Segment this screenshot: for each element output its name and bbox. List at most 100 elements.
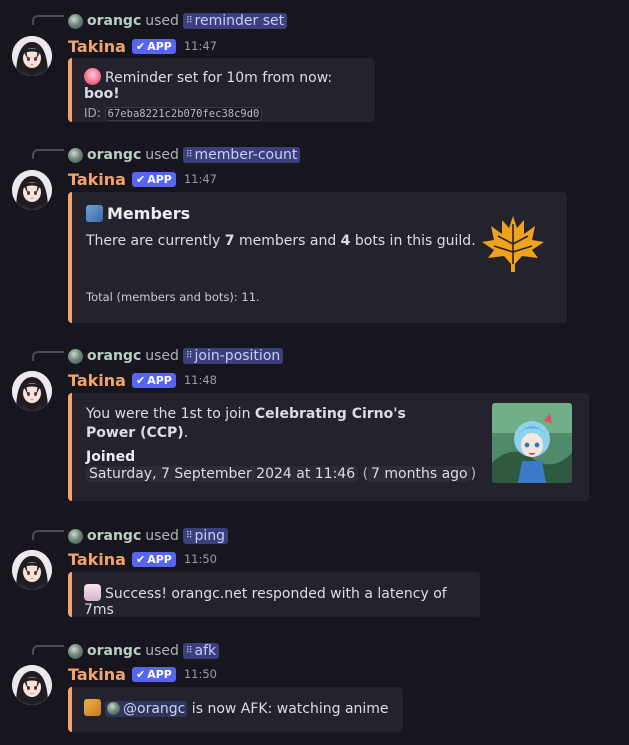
embed: You were the 1st to join Celebrating Cir… xyxy=(68,393,589,501)
reply-connector xyxy=(32,645,64,655)
busts-in-silhouette-icon xyxy=(86,205,103,222)
reminder-label: boo! xyxy=(84,86,120,102)
command-chip[interactable]: ⠿ reminder set xyxy=(182,13,288,29)
app-badge-label: APP xyxy=(147,667,172,681)
author-line: Takina ✔ APP 11:50 xyxy=(68,549,217,569)
orangc-avatar-icon xyxy=(68,147,83,163)
checkmark-icon: ✔ xyxy=(135,373,146,387)
author-name[interactable]: Takina xyxy=(68,170,126,189)
command-chip[interactable]: ⠿ join-position xyxy=(182,348,284,364)
reply-connector xyxy=(32,149,64,159)
ping-text: Success! orangc.net responded with a lat… xyxy=(84,586,447,618)
slash-command-icon: ⠿ xyxy=(185,531,193,541)
user-name[interactable]: orangc xyxy=(87,13,141,29)
heart-emoji-icon xyxy=(84,68,101,85)
message-time: 11:47 xyxy=(183,39,217,53)
ghost-icon xyxy=(84,584,101,601)
message-time: 11:47 xyxy=(183,172,217,186)
checkmark-icon: ✔ xyxy=(135,667,146,681)
id-label: ID: xyxy=(84,106,101,120)
used-label: used xyxy=(145,528,179,544)
embed-title-text: Members xyxy=(107,204,191,223)
bot-avatar[interactable] xyxy=(12,170,52,210)
user-name[interactable]: orangc xyxy=(87,348,141,364)
joined-timestamp[interactable]: Saturday, 7 September 2024 at 11:46 xyxy=(86,466,359,482)
message-time: 11:50 xyxy=(183,667,217,681)
command-name: afk xyxy=(194,643,217,659)
command-usage-line[interactable]: orangc used ⠿ reminder set xyxy=(68,12,288,30)
app-badge: ✔ APP xyxy=(131,171,176,187)
author-line: Takina ✔ APP 11:47 xyxy=(68,36,217,56)
slash-command-icon: ⠿ xyxy=(185,351,193,361)
user-name[interactable]: orangc xyxy=(87,528,141,544)
reply-connector xyxy=(32,351,64,361)
maple-leaf-icon xyxy=(482,216,544,272)
message-time: 11:50 xyxy=(183,552,217,566)
mention-text: @orangc xyxy=(123,701,186,717)
reply-connector xyxy=(32,15,64,25)
command-name: member-count xyxy=(194,147,298,163)
embed-description: You were the 1st to join Celebrating Cir… xyxy=(86,405,456,443)
user-mention[interactable]: @orangc xyxy=(105,701,188,717)
command-chip[interactable]: ⠿ ping xyxy=(182,528,229,544)
desc-part: bots in this guild. xyxy=(350,233,476,249)
message-time: 11:48 xyxy=(183,373,217,387)
guild-thumbnail-image[interactable] xyxy=(492,403,572,483)
desc-part: members and xyxy=(234,233,341,249)
bot-count: 4 xyxy=(340,233,351,249)
author-line: Takina ✔ APP 11:48 xyxy=(68,370,217,390)
user-name[interactable]: orangc xyxy=(87,147,141,163)
reply-connector xyxy=(32,530,64,540)
app-badge-label: APP xyxy=(147,172,172,186)
bot-avatar[interactable] xyxy=(12,550,52,590)
command-chip[interactable]: ⠿ member-count xyxy=(182,147,301,163)
embed: @orangc is now AFK: watching anime xyxy=(68,687,403,732)
author-name[interactable]: Takina xyxy=(68,665,126,684)
used-label: used xyxy=(145,643,179,659)
member-count: 7 xyxy=(224,233,235,249)
desc-part: You were the 1st to join xyxy=(86,406,255,422)
reminder-id-line: ID: 67eba8221c2b070fec38c9d0 xyxy=(84,106,363,121)
embed: Members There are currently 7 members an… xyxy=(68,192,567,323)
slash-command-icon: ⠿ xyxy=(185,16,193,26)
reminder-id-code[interactable]: 67eba8221c2b070fec38c9d0 xyxy=(104,107,263,121)
used-label: used xyxy=(145,147,179,163)
command-name: ping xyxy=(194,528,226,544)
desc-part: There are currently xyxy=(86,233,225,249)
command-name: join-position xyxy=(194,348,281,364)
command-usage-line[interactable]: orangc used ⠿ join-position xyxy=(68,347,284,365)
user-name[interactable]: orangc xyxy=(87,643,141,659)
bot-avatar[interactable] xyxy=(12,665,52,705)
reminder-text: Reminder set for 10m from now: xyxy=(105,70,333,86)
command-name: reminder set xyxy=(194,13,285,29)
reminder-line: Reminder set for 10m from now: boo! xyxy=(84,68,363,102)
author-name[interactable]: Takina xyxy=(68,550,126,569)
ping-result: Success! orangc.net responded with a lat… xyxy=(84,584,468,618)
command-usage-line[interactable]: orangc used ⠿ afk xyxy=(68,642,220,660)
command-chip[interactable]: ⠿ afk xyxy=(182,643,220,659)
orangc-avatar-icon xyxy=(107,702,120,715)
embed: Success! orangc.net responded with a lat… xyxy=(68,572,480,618)
author-line: Takina ✔ APP 11:47 xyxy=(68,169,217,189)
checkmark-icon: ✔ xyxy=(135,552,146,566)
command-usage-line[interactable]: orangc used ⠿ ping xyxy=(68,527,229,545)
bot-avatar[interactable] xyxy=(12,371,52,411)
embed: Reminder set for 10m from now: boo! ID: … xyxy=(68,58,375,122)
command-usage-line[interactable]: orangc used ⠿ member-count xyxy=(68,146,301,164)
joined-relative-time[interactable]: 7 months ago xyxy=(368,466,471,482)
app-badge-label: APP xyxy=(147,39,172,53)
cat-icon xyxy=(84,699,101,716)
author-name[interactable]: Takina xyxy=(68,37,126,56)
app-badge: ✔ APP xyxy=(131,372,176,388)
used-label: used xyxy=(145,348,179,364)
bot-avatar[interactable] xyxy=(12,36,52,76)
author-name[interactable]: Takina xyxy=(68,371,126,390)
slash-command-icon: ⠿ xyxy=(185,150,193,160)
app-badge: ✔ APP xyxy=(131,551,176,567)
app-badge-label: APP xyxy=(147,373,172,387)
embed-footer: Total (members and bots): 11. xyxy=(86,290,260,304)
checkmark-icon: ✔ xyxy=(135,39,146,53)
checkmark-icon: ✔ xyxy=(135,172,146,186)
slash-command-icon: ⠿ xyxy=(185,646,193,656)
orangc-avatar-icon xyxy=(68,348,83,364)
